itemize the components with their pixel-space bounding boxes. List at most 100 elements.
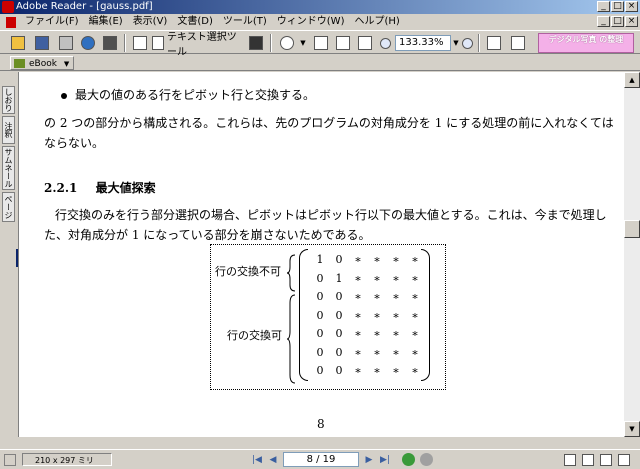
section-title: 最大値探索 [95, 181, 156, 195]
fit-width-button[interactable] [356, 34, 374, 52]
zoom-tool-button[interactable] [276, 34, 298, 52]
panel-toggle-icon[interactable] [4, 454, 16, 466]
first-page-button[interactable]: |◀ [250, 453, 264, 467]
doc-minimize-button[interactable]: _ [597, 16, 610, 27]
matrix-cell: ∗ [411, 327, 419, 340]
bullet-text: 最大の値のある行をピボット行と交換する。 [75, 88, 316, 102]
matrix-cell: ∗ [411, 253, 419, 266]
continuous-facing-view-icon[interactable] [618, 454, 630, 466]
email-button[interactable] [78, 34, 98, 52]
tab-bookmarks[interactable]: しおり [2, 86, 15, 114]
page-size: 210 x 297 ミリ [22, 453, 112, 466]
matrix-cell: ∗ [373, 327, 381, 340]
zoom-in-button[interactable] [460, 34, 474, 52]
zoom-dropdown-button[interactable]: ▼ [298, 34, 308, 52]
vertical-scrollbar[interactable]: ▲ ▼ [624, 72, 640, 437]
zoom-input[interactable]: 133.33% [395, 35, 451, 51]
matrix-cell: ∗ [354, 327, 362, 340]
matrix-cell: 0 [316, 308, 324, 322]
text-select-tool-button[interactable]: テキスト選択ツール [152, 32, 242, 58]
continuous-view-icon[interactable] [582, 454, 594, 466]
matrix-cell: ∗ [354, 271, 362, 285]
fit-width-icon [358, 36, 372, 50]
search-button[interactable] [100, 34, 120, 52]
matrix-cell: ∗ [392, 290, 400, 303]
document-icon[interactable] [6, 16, 16, 28]
matrix-cell: 0 [335, 345, 343, 359]
page-number: 8 [317, 417, 325, 431]
window-title: Adobe Reader - [gauss.pdf] [16, 1, 153, 12]
doc-close-button[interactable]: × [625, 16, 638, 27]
zoom-out-button[interactable] [378, 34, 392, 52]
matrix-cell: ∗ [373, 364, 381, 377]
matrix-cell: ∗ [392, 253, 400, 266]
matrix-cell: ∗ [354, 345, 362, 359]
matrix-cell: 0 [335, 253, 343, 266]
scroll-thumb[interactable] [624, 220, 640, 238]
hand-tool-button[interactable] [130, 34, 150, 52]
horizontal-scrollbar[interactable] [18, 437, 624, 449]
matrix-cell: ∗ [411, 345, 419, 359]
matrix-cell: 0 [316, 290, 324, 303]
tab-comments[interactable]: 注釈 [2, 116, 15, 144]
menu-help[interactable]: ヘルプ(H) [349, 14, 404, 30]
single-page-view-icon[interactable] [564, 454, 576, 466]
title-bar: Adobe Reader - [gauss.pdf] _ □ × [0, 0, 640, 14]
page-layout-button[interactable] [508, 34, 528, 52]
save-button[interactable] [32, 34, 52, 52]
matrix-cell: ∗ [354, 290, 362, 303]
snapshot-tool-button[interactable] [246, 34, 266, 52]
matrix-cell: 0 [316, 345, 324, 359]
matrix-cell: 0 [335, 364, 343, 377]
matrix-cell: ∗ [373, 290, 381, 303]
open-button[interactable] [8, 34, 28, 52]
matrix-cell: ∗ [373, 345, 381, 359]
binoculars-icon [103, 36, 117, 50]
scroll-up-button[interactable]: ▲ [624, 72, 640, 88]
pages-icon [511, 36, 525, 50]
toolbar-separator [124, 34, 126, 52]
fit-page-button[interactable] [334, 34, 352, 52]
zoom-level-dropdown[interactable]: ▼ [452, 34, 460, 52]
doc-restore-button[interactable]: □ [611, 16, 624, 27]
matrix-cell: ∗ [354, 308, 362, 322]
previous-page-button[interactable]: ◀ [266, 453, 280, 467]
matrix-cell: ∗ [411, 364, 419, 377]
print-button[interactable] [56, 34, 76, 52]
tab-thumbnails[interactable]: サムネール [2, 146, 15, 190]
matrix-cell: ∗ [392, 271, 400, 285]
matrix-cell: 0 [335, 290, 343, 303]
matrix-cell: ∗ [354, 253, 362, 266]
matrix-cell: 0 [316, 327, 324, 340]
menu-file[interactable]: ファイル(F) [20, 14, 84, 30]
rotate-view-button[interactable] [484, 34, 504, 52]
actual-size-button[interactable] [312, 34, 330, 52]
label-no-swap: 行の交換不可 [215, 265, 281, 278]
book-icon [14, 59, 25, 68]
facing-view-icon[interactable] [600, 454, 612, 466]
organize-photos-button[interactable]: デジタル写真 の整理 [538, 33, 634, 53]
close-button[interactable]: × [625, 1, 638, 12]
paragraph-line: の 2 つの部分から構成される。これらは、先のプログラムの対角成分を 1 にする… [44, 116, 614, 130]
last-page-button[interactable]: ▶| [378, 453, 392, 467]
matrix-cell: ∗ [392, 364, 400, 377]
text-select-label: テキスト選択ツール [167, 32, 237, 58]
menu-window[interactable]: ウィンドウ(W) [272, 14, 350, 30]
matrix-cell: 1 [316, 253, 324, 266]
menu-edit[interactable]: 編集(E) [84, 14, 128, 30]
matrix-cell: ∗ [373, 253, 381, 266]
document-view[interactable]: 最大の値のある行をピボット行と交換する。 の 2 つの部分から構成される。これら… [18, 72, 624, 437]
scroll-down-button[interactable]: ▼ [624, 421, 640, 437]
minimize-button[interactable]: _ [597, 1, 610, 12]
toolbar-separator [478, 34, 480, 52]
chevron-down-icon: ▼ [63, 60, 70, 68]
tab-pages[interactable]: ページ [2, 192, 15, 222]
maximize-button[interactable]: □ [611, 1, 624, 12]
menu-view[interactable]: 表示(V) [128, 14, 173, 30]
page-number-input[interactable]: 8 / 19 [283, 452, 359, 467]
label-swap: 行の交換可 [227, 329, 282, 342]
go-forward-icon[interactable] [420, 453, 433, 466]
go-back-icon[interactable] [402, 453, 415, 466]
ebook-button[interactable]: eBook ▼ [10, 56, 75, 70]
next-page-button[interactable]: ▶ [362, 453, 376, 467]
